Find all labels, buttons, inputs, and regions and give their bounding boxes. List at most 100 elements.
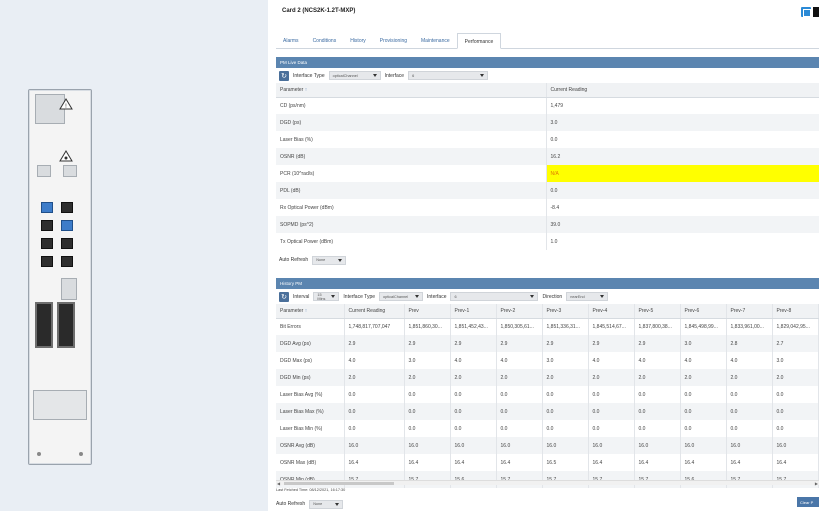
tab-performance[interactable]: Performance <box>456 33 502 49</box>
direction-select[interactable]: nearEnd <box>566 292 609 301</box>
row-value: 1,850,305,61... <box>496 318 543 335</box>
auto-refresh-label: Auto Refresh <box>276 501 306 507</box>
chevron-down-icon <box>415 295 420 298</box>
row-value: 1,851,860,30... <box>404 318 451 335</box>
table-row[interactable]: PDL (dB) 0.0 <box>276 182 819 199</box>
table-row[interactable]: Tx Optical Power (dBm) 1.0 <box>276 233 819 250</box>
interface-select[interactable]: 6 <box>450 292 539 301</box>
tab-maintenance[interactable]: Maintenance <box>414 33 457 49</box>
tab-conditions[interactable]: Conditions <box>306 33 344 49</box>
trunk-port-2[interactable] <box>57 302 75 348</box>
row-value: 0.0 <box>726 386 773 403</box>
column-header-prev-1[interactable]: Prev-1 <box>450 304 497 319</box>
table-row[interactable]: Laser Bias Avg (%) 0.0 0.0 0.0 0.0 0.0 0.0 0.0 0… <box>276 386 819 403</box>
row-value: 2.7 <box>772 335 819 352</box>
tab-history[interactable]: History <box>343 33 373 49</box>
interface-type-select[interactable]: opticalChannel <box>328 71 381 80</box>
row-value: 4.0 <box>344 352 405 369</box>
row-value: 0.0 <box>404 420 451 437</box>
row-value: 0.0 <box>496 386 543 403</box>
scrollbar-thumb[interactable] <box>284 482 394 485</box>
row-value: 0.0 <box>634 403 681 420</box>
row-value: 2.0 <box>772 369 819 386</box>
tab-provisioning[interactable]: Provisioning <box>373 33 414 49</box>
interface-label: Interface <box>384 72 405 79</box>
table-row[interactable]: Bit Errors 1,748,817,707,047 1,851,860,30.… <box>276 318 819 335</box>
horizontal-scrollbar[interactable]: ◀ ▶ <box>276 480 819 486</box>
table-row[interactable]: PCR (10^rad/s) N/A <box>276 165 819 182</box>
client-port-5[interactable] <box>41 238 53 249</box>
row-value: 0.0 <box>588 403 635 420</box>
client-port-2[interactable] <box>61 202 73 213</box>
row-value: 0.0 <box>588 420 635 437</box>
table-row[interactable]: DGD Max (ps) 4.0 3.0 4.0 4.0 3.0 4.0 4.0 4.0 4.0 3… <box>276 352 819 369</box>
table-row[interactable]: OSNR Max (dB) 16.4 16.4 16.4 16.4 16.5 16.4 16.… <box>276 454 819 471</box>
row-value: 0.0 <box>404 403 451 420</box>
column-header-prev[interactable]: Prev <box>404 304 451 319</box>
table-row[interactable]: OSNR Avg (dB) 16.0 16.0 16.0 16.0 16.0 16.0 16.… <box>276 437 819 454</box>
client-port-8[interactable] <box>61 256 73 267</box>
column-header-parameter[interactable]: Parameter ↑ <box>276 304 345 319</box>
interface-select[interactable]: 6 <box>408 71 489 80</box>
menu-icon[interactable] <box>813 7 819 17</box>
interface-type-label: Interface Type <box>343 293 376 300</box>
interface-type-select[interactable]: opticalChannel <box>379 292 424 301</box>
row-value: 1,851,336,31... <box>542 318 589 335</box>
table-row[interactable]: DGD Min (ps) 2.0 2.0 2.0 2.0 2.0 2.0 2.0 2.0 2.0 2… <box>276 369 819 386</box>
table-row[interactable]: CD (ps/nm) 1,479 <box>276 97 819 114</box>
column-header-parameter[interactable]: Parameter ↑ <box>276 83 547 98</box>
auto-refresh-select[interactable]: None <box>309 499 344 509</box>
trunk-port-1[interactable] <box>35 302 53 348</box>
client-port-7[interactable] <box>41 256 53 267</box>
table-row[interactable]: DGD Avg (ps) 2.9 2.9 2.9 2.9 2.9 2.9 2.9 3.0 2.8 2… <box>276 335 819 352</box>
row-value: 1,748,817,707,047 <box>344 318 405 335</box>
client-port-3[interactable] <box>41 220 53 231</box>
column-header-current-reading[interactable]: Current Reading <box>344 304 405 319</box>
table-row[interactable]: Laser Bias Min (%) 0.0 0.0 0.0 0.0 0.0 0.0 0.0 0… <box>276 420 819 437</box>
row-value: 2.8 <box>726 335 773 352</box>
column-header-prev-8[interactable]: Prev-8 <box>772 304 819 319</box>
row-value: 3.0 <box>680 335 727 352</box>
refresh-button[interactable]: ↻ <box>279 291 289 302</box>
client-port-4[interactable] <box>61 220 73 231</box>
history-pm-section: History PM ↻ Interval 15 Mins Interface … <box>276 278 819 488</box>
column-header-prev-7[interactable]: Prev-7 <box>726 304 773 319</box>
column-header-prev-5[interactable]: Prev-5 <box>634 304 681 319</box>
refresh-button[interactable]: ↻ <box>279 70 289 81</box>
client-port-1[interactable] <box>41 202 53 213</box>
row-value: 0.0 <box>344 386 405 403</box>
row-value: 16.0 <box>634 437 681 454</box>
column-header-prev-3[interactable]: Prev-3 <box>542 304 589 319</box>
tab-alarms[interactable]: Alarms <box>276 33 306 49</box>
row-value: 1,845,498,99... <box>680 318 727 335</box>
row-value: 1,837,800,38... <box>634 318 681 335</box>
interval-select[interactable]: 15 Mins <box>313 292 340 301</box>
column-header-prev-4[interactable]: Prev-4 <box>588 304 635 319</box>
table-row[interactable]: Laser Bias Max (%) 0.0 0.0 0.0 0.0 0.0 0.0 0.0 0… <box>276 403 819 420</box>
screw-left <box>37 452 41 456</box>
scroll-left-icon[interactable]: ◀ <box>277 481 280 486</box>
row-parameter: DGD Max (ps) <box>276 352 345 369</box>
auto-refresh-select[interactable]: None <box>312 255 347 265</box>
row-value: 4.0 <box>496 352 543 369</box>
row-parameter: Laser Bias Avg (%) <box>276 386 345 403</box>
column-header-prev-6[interactable]: Prev-6 <box>680 304 727 319</box>
table-row[interactable]: SOPMD (ps^2) 39.0 <box>276 216 819 233</box>
clear-pm-button[interactable]: Clear P <box>797 497 819 507</box>
table-row[interactable]: Rx Optical Power (dBm) -8.4 <box>276 199 819 216</box>
row-value: 2.9 <box>450 335 497 352</box>
client-port-6[interactable] <box>61 238 73 249</box>
row-value: 0.0 <box>404 386 451 403</box>
pm-live-header: PM Live Data <box>276 57 819 68</box>
table-row[interactable]: OSNR (dB) 16.2 <box>276 148 819 165</box>
table-row[interactable]: Laser Bias (%) 0.0 <box>276 131 819 148</box>
row-value: 0.0 <box>542 403 589 420</box>
faceplate-bottom-panel <box>33 390 87 420</box>
window-icon[interactable] <box>801 7 811 17</box>
table-row[interactable]: DGD (ps) 3.0 <box>276 114 819 131</box>
card-faceplate[interactable]: ! <box>28 89 92 465</box>
column-header-current-reading[interactable]: Current Reading <box>546 83 819 98</box>
scroll-right-icon[interactable]: ▶ <box>815 481 818 486</box>
column-header-prev-2[interactable]: Prev-2 <box>496 304 543 319</box>
row-value: 0.0 <box>772 420 819 437</box>
